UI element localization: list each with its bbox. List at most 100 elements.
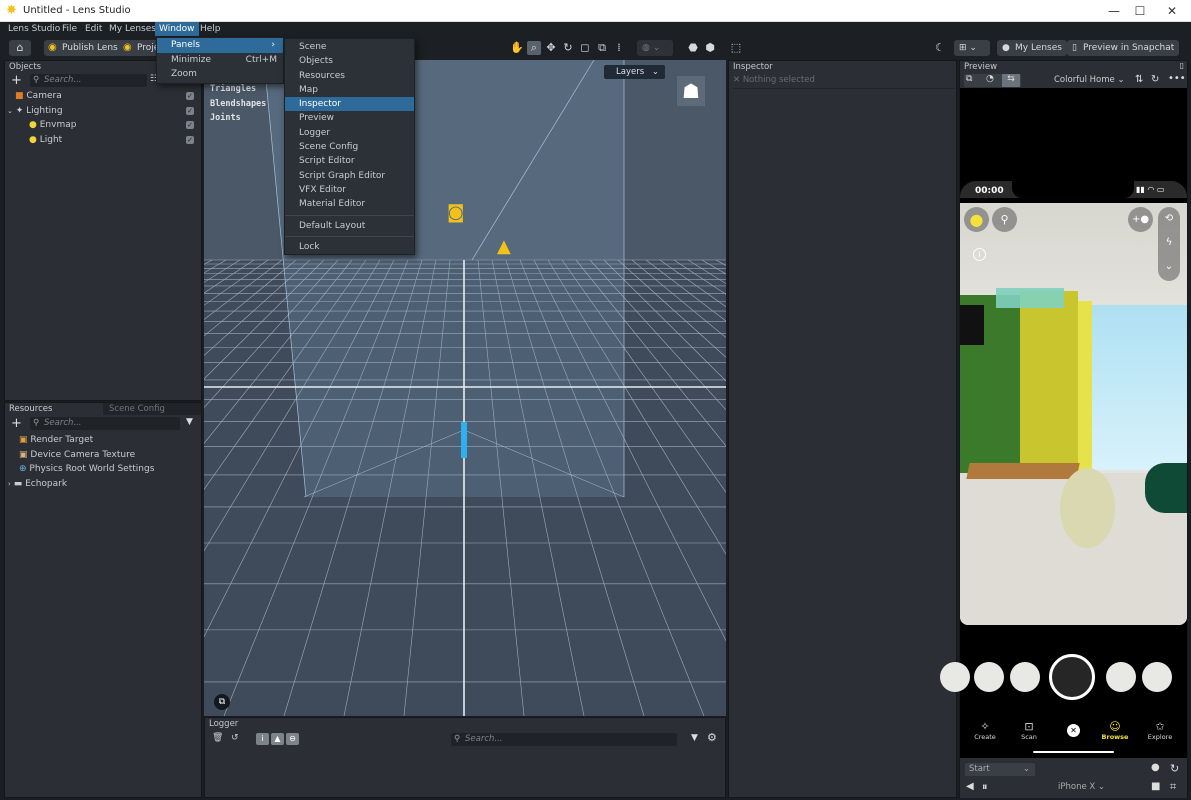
visibility-checkbox[interactable]: ✓ (186, 121, 194, 129)
resource-item[interactable]: ▣ Render Target (5, 433, 201, 448)
submenu-item-script-editor[interactable]: Script Editor (285, 154, 414, 168)
more-options-icon[interactable]: ••• (1168, 73, 1186, 84)
logger-search-input[interactable]: ⚲ Search... (451, 733, 677, 746)
info-icon[interactable]: i (973, 248, 986, 261)
chevron-down-icon[interactable]: ⌄ (7, 107, 13, 115)
select-tool-icon[interactable]: ⌕ (527, 41, 541, 55)
nav-create[interactable]: ✧ Create (970, 720, 1000, 741)
scene-select-dropdown[interactable]: Colorful Home ⌄ (1054, 75, 1125, 85)
nav-scan[interactable]: ⊡ Scan (1014, 720, 1044, 741)
submenu-item-scene-config[interactable]: Scene Config (285, 140, 414, 154)
warning-filter-icon[interactable]: ▲ (271, 733, 284, 745)
menu-item-minimize[interactable]: Minimize Ctrl+M (157, 53, 283, 67)
menu-my-lenses[interactable]: My Lenses (105, 22, 160, 36)
my-lenses-button[interactable]: ● My Lenses (997, 40, 1067, 56)
lens-carousel-item[interactable] (1010, 662, 1040, 692)
submenu-item-vfx-editor[interactable]: VFX Editor (285, 183, 414, 197)
video-mode-icon[interactable]: ◔ (986, 74, 994, 84)
submenu-item-inspector[interactable]: Inspector (285, 97, 414, 112)
bitmoji-avatar[interactable]: ● (964, 207, 989, 232)
filter-icon[interactable]: ▼ (691, 733, 698, 743)
start-dropdown[interactable]: Start ⌄ (965, 763, 1035, 776)
layers-dropdown[interactable]: Layers ⌄ (604, 65, 665, 79)
add-resource-button[interactable]: + (11, 417, 22, 430)
error-filter-icon[interactable]: ⊖ (286, 733, 299, 745)
scene-viewport[interactable]: Triangles Blendshapes Joints Layers ⌄ ☗ … (204, 60, 726, 716)
submenu-item-lock[interactable]: Lock (285, 240, 414, 254)
nav-explore[interactable]: ✩ Explore (1145, 720, 1175, 741)
submenu-item-map[interactable]: Map (285, 83, 414, 97)
settings-gear-icon[interactable]: ⚙ (707, 731, 717, 744)
flip-camera-icon[interactable]: ⟲ (1158, 207, 1180, 231)
capture-button[interactable] (1049, 654, 1095, 700)
clear-on-reset-icon[interactable]: ↺ (231, 733, 239, 743)
resource-item[interactable]: ⊕ Physics Root World Settings (5, 462, 201, 477)
tree-item-lighting[interactable]: ⌄ ✦ Lighting ✓ (5, 104, 201, 119)
trash-icon[interactable]: 🗑 (212, 733, 223, 743)
visibility-checkbox[interactable]: ✓ (186, 92, 194, 100)
menu-item-panels[interactable]: Panels › (157, 38, 283, 53)
pause-icon[interactable]: ⏸ (982, 780, 988, 794)
lens-carousel-item[interactable] (1142, 662, 1172, 692)
swap-camera-icon[interactable]: ⇅ (1135, 74, 1143, 85)
add-asset-icon[interactable]: ⬢ (703, 41, 717, 55)
menu-window[interactable]: Window (155, 22, 199, 36)
nav-browse[interactable]: ☺ Browse (1100, 720, 1130, 741)
home-button[interactable]: ⌂ (9, 40, 31, 56)
resource-item[interactable]: › ▬ Echopark (5, 477, 201, 492)
speaker-icon[interactable]: ◀ (966, 781, 974, 792)
lens-carousel-item[interactable] (940, 662, 970, 692)
add-object-button[interactable]: + (11, 74, 22, 87)
lens-carousel-item[interactable] (1106, 662, 1136, 692)
submenu-item-material-editor[interactable]: Material Editor (285, 197, 414, 211)
reset-icon[interactable]: ↻ (1151, 74, 1159, 85)
submenu-item-script-graph-editor[interactable]: Script Graph Editor (285, 169, 414, 183)
image-mode-icon[interactable]: ⧉ (966, 74, 972, 84)
video-camera-icon[interactable]: ■ (1151, 781, 1160, 792)
move-tool-icon[interactable]: ✥ (544, 41, 558, 55)
info-filter-icon[interactable]: i (256, 733, 269, 745)
device-select-dropdown[interactable]: iPhone X ⌄ (1058, 782, 1105, 792)
submenu-item-default-layout[interactable]: Default Layout (285, 219, 414, 233)
snapchat-ghost-icon[interactable]: ☗ (677, 76, 705, 106)
objects-search-input[interactable]: ⚲ Search... (30, 74, 147, 87)
crop-icon[interactable]: ⌗ (1170, 780, 1176, 794)
visibility-checkbox[interactable]: ✓ (186, 135, 194, 144)
lens-carousel-item[interactable] (974, 662, 1004, 692)
submenu-item-scene[interactable]: Scene (285, 40, 414, 54)
submenu-item-objects[interactable]: Objects (285, 54, 414, 68)
pick-icon[interactable]: ⬚ (729, 41, 743, 55)
menu-help[interactable]: Help (196, 22, 225, 36)
resource-item[interactable]: ▣ Device Camera Texture (5, 448, 201, 463)
chevron-right-icon[interactable]: › (8, 480, 11, 488)
add-friend-icon[interactable]: +● (1128, 207, 1153, 232)
world-space-dropdown[interactable]: ◍ ⌄ (637, 40, 673, 56)
panel-layout-dropdown[interactable]: ⊞ ⌄ (954, 40, 990, 56)
snap-grid-icon[interactable]: ⁞ (612, 41, 626, 55)
tab-scene-config[interactable]: Scene Config (103, 403, 201, 415)
scale-tool-icon[interactable]: ◻ (578, 41, 592, 55)
tree-item-envmap[interactable]: ● Envmap ✓ (5, 118, 201, 133)
device-preview[interactable]: 00:00 ▮▮ ◠ ▭ ● ⚲ +● ⟲ ϟ ⌄ i ✧ Create ⊡ Sca… (940, 88, 1187, 758)
preview-in-snapchat-button[interactable]: ▯ Preview in Snapchat (1067, 40, 1180, 56)
submenu-item-preview[interactable]: Preview (285, 111, 414, 125)
chevron-down-icon[interactable]: ⌄ (1158, 255, 1180, 279)
menu-item-zoom[interactable]: Zoom (157, 67, 283, 81)
flash-off-icon[interactable]: ϟ (1158, 231, 1180, 255)
detach-device-icon[interactable]: ▯ (1180, 61, 1184, 70)
submenu-item-logger[interactable]: Logger (285, 126, 414, 140)
tab-resources[interactable]: Resources (5, 403, 103, 415)
viewport-toggle-icon[interactable]: ⧉ (214, 694, 230, 710)
interactive-mode-icon[interactable]: ⇆ (1002, 74, 1020, 87)
menu-file[interactable]: File (58, 22, 81, 36)
rotate-tool-icon[interactable]: ↻ (561, 41, 575, 55)
add-object-icon[interactable]: ⬣ (686, 41, 700, 55)
visibility-checkbox[interactable]: ✓ (186, 106, 194, 115)
submenu-item-resources[interactable]: Resources (285, 69, 414, 83)
project-info-button[interactable]: ◉ Project Info (119, 40, 159, 56)
search-icon[interactable]: ⚲ (992, 207, 1017, 232)
rect-tool-icon[interactable]: ⧉ (595, 41, 609, 55)
resources-search-input[interactable]: ⚲ Search... (30, 417, 180, 430)
menu-edit[interactable]: Edit (81, 22, 106, 36)
filter-icon[interactable]: ▼ (186, 417, 193, 427)
